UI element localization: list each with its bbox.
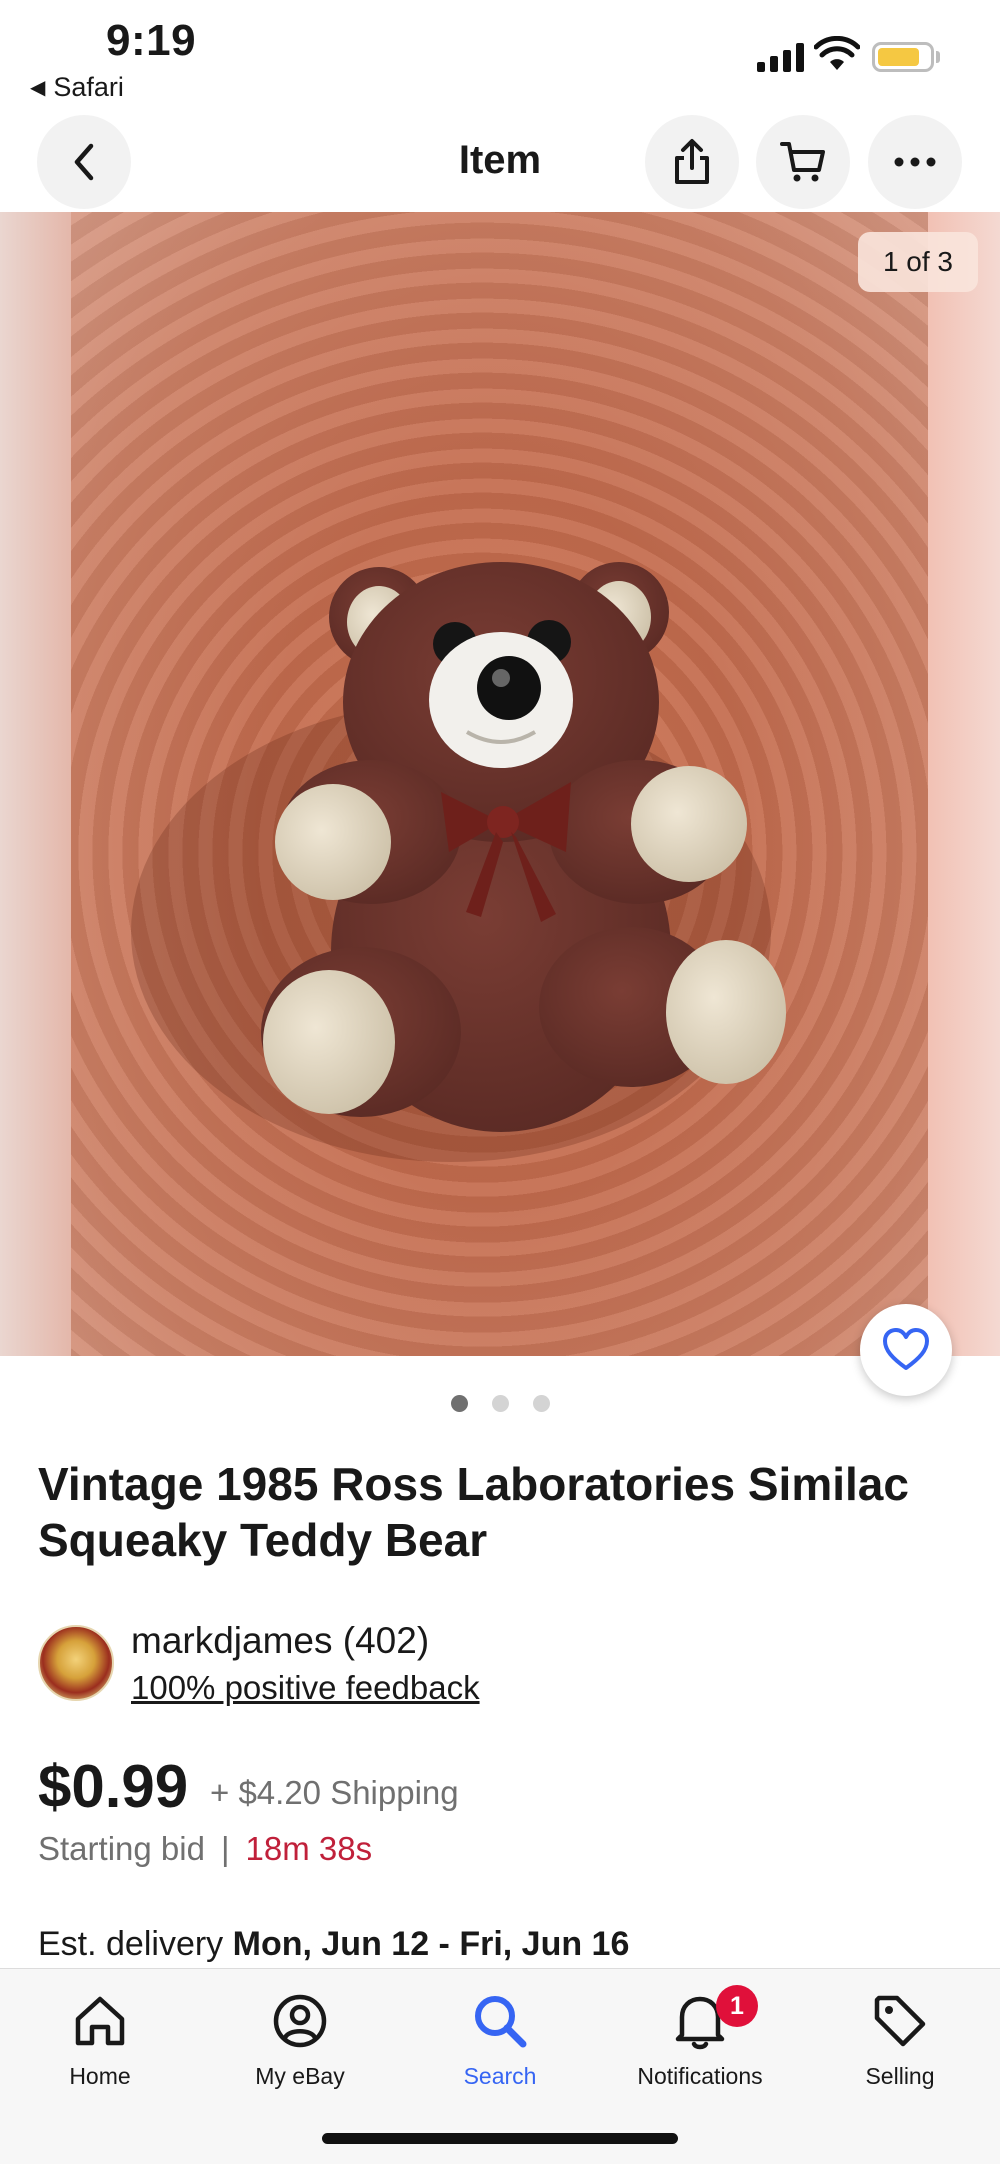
page-title: Item: [458, 138, 542, 182]
tab-search[interactable]: Search: [400, 1989, 600, 2090]
tab-notifications-label: Notifications: [637, 2063, 763, 2089]
seller-name[interactable]: markdjames (402): [131, 1620, 429, 1662]
image-counter: 1 of 3: [857, 232, 978, 292]
bid-info: Starting bid | 18m 38s: [38, 1830, 372, 1868]
estimated-delivery: Est. delivery Mon, Jun 12 - Fri, Jun 16: [38, 1925, 629, 1964]
time-left: 18m 38s: [245, 1830, 373, 1867]
teddy-bear-image: [131, 562, 786, 1162]
more-icon: [894, 157, 936, 167]
seller-feedback-link[interactable]: 100% positive feedback: [131, 1669, 480, 1707]
gallery-pagination: [0, 1395, 1000, 1412]
back-to-safari[interactable]: ◀ Safari: [30, 72, 124, 103]
image-gallery[interactable]: 1 of 3: [0, 212, 1000, 1356]
item-title: Vintage 1985 Ross Laboratories Similac S…: [38, 1458, 909, 1566]
user-icon: [273, 1994, 327, 2048]
share-icon: [675, 139, 709, 184]
previous-image-peek: [0, 212, 71, 1356]
share-button[interactable]: [645, 115, 739, 209]
back-app-label: Safari: [53, 72, 124, 102]
status-time: 9:19: [106, 16, 197, 65]
search-icon: [475, 1996, 527, 2048]
status-bar: 9:19 ◀ Safari: [0, 0, 1000, 108]
battery-icon: [872, 42, 934, 72]
bottom-tab-bar: Home My eBay Search 1 Notifications Sell…: [0, 1968, 1000, 2164]
shipping-cost: + $4.20 Shipping: [210, 1774, 459, 1811]
tab-home[interactable]: Home: [0, 1989, 200, 2090]
item-photo[interactable]: [71, 212, 928, 1356]
delivery-label: Est. delivery: [38, 1925, 224, 1963]
cart-icon: [780, 142, 825, 182]
tab-selling[interactable]: Selling: [800, 1989, 1000, 2090]
cellular-signal-icon: [757, 42, 804, 72]
seller-avatar[interactable]: [38, 1625, 114, 1701]
tab-home-label: Home: [69, 2063, 131, 2089]
back-triangle-icon: ◀: [30, 77, 46, 99]
more-options-button[interactable]: [868, 115, 962, 209]
pagination-dot-3[interactable]: [532, 1395, 550, 1412]
tab-search-label: Search: [463, 2063, 537, 2089]
home-icon: [75, 1996, 125, 2046]
bid-type: Starting bid: [38, 1830, 205, 1867]
notification-badge: 1: [716, 1985, 758, 2027]
pagination-dot-1[interactable]: [450, 1395, 468, 1412]
tab-my-ebay-label: My eBay: [255, 2063, 345, 2089]
bid-separator: |: [220, 1830, 230, 1867]
wifi-icon: [814, 36, 860, 70]
nav-header: Item: [0, 112, 1000, 212]
cart-button[interactable]: [756, 115, 850, 209]
item-price: $0.99: [38, 1753, 189, 1820]
tab-selling-label: Selling: [865, 2063, 935, 2089]
tab-my-ebay[interactable]: My eBay: [200, 1989, 400, 2090]
next-image-peek: [928, 212, 1000, 1356]
heart-icon: [883, 1328, 929, 1370]
tab-notifications[interactable]: 1 Notifications: [600, 1985, 800, 2090]
home-indicator[interactable]: [322, 2133, 678, 2144]
tag-icon: [874, 1995, 926, 2047]
delivery-dates: Mon, Jun 12 - Fri, Jun 16: [232, 1925, 630, 1963]
pagination-dot-2[interactable]: [491, 1395, 509, 1412]
watch-button[interactable]: [860, 1304, 952, 1396]
